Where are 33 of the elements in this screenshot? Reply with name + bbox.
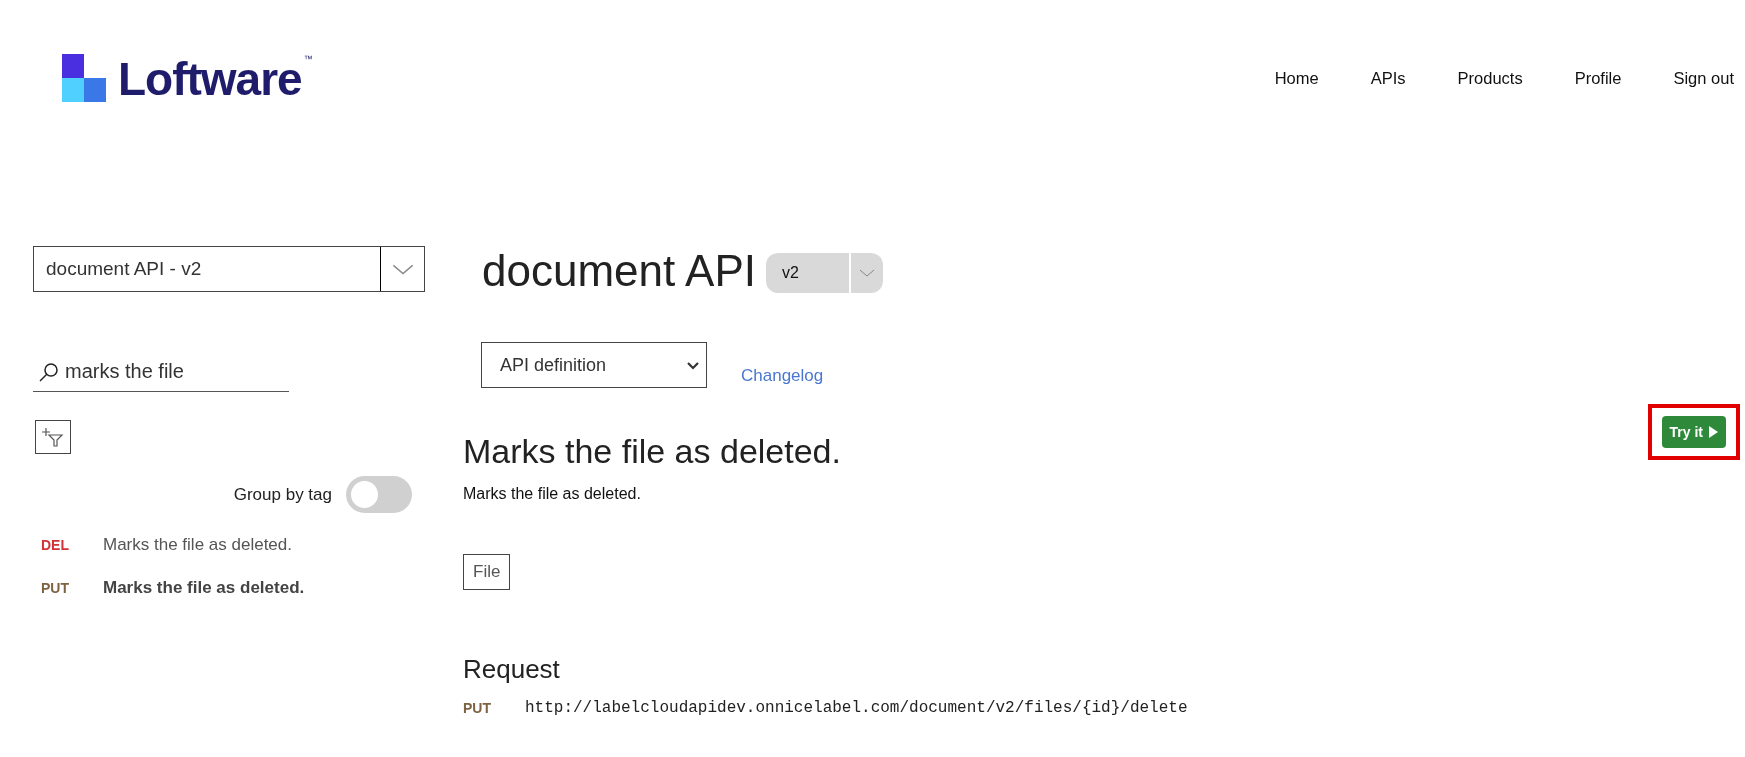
nav-link[interactable]: Sign out [1673, 68, 1734, 88]
add-filter-button[interactable] [35, 420, 71, 454]
nav-link[interactable]: Products [1457, 68, 1523, 88]
request-url: http://labelcloudapidev.onnicelabel.com/document/v2/files/{id}/delete [525, 699, 1188, 717]
method-label: PUT [41, 580, 70, 596]
search-icon [39, 361, 59, 382]
play-icon [1709, 426, 1718, 438]
trademark-sign: ™ [303, 54, 313, 64]
method-label: DEL [41, 537, 70, 553]
logo-wordmark: Loftware [118, 56, 302, 102]
nav-link[interactable]: Home [1274, 68, 1319, 88]
nav-link[interactable]: APIs [1370, 68, 1406, 88]
operation-item[interactable]: Marks the file as deleted. [103, 578, 305, 598]
method-label: PUT [463, 700, 492, 716]
api-title: document API [482, 246, 756, 296]
logo-icon [60, 54, 108, 102]
filter-icon [42, 427, 64, 447]
operation-description: Marks the file as deleted. [463, 485, 642, 503]
api-select[interactable]: document API - v2 [33, 246, 425, 292]
chevron-icon [858, 269, 875, 277]
tag-chip: File [463, 554, 511, 590]
operation-title: Marks the file as deleted. [463, 432, 841, 471]
chevron-icon [391, 263, 414, 275]
try-it-button[interactable]: Try it [1661, 416, 1726, 448]
group-by-tag-label: Group by tag [233, 484, 332, 505]
changelog-link[interactable]: Changelog [741, 366, 824, 386]
toggle-switch[interactable] [346, 476, 412, 513]
request-heading: Request [463, 654, 561, 685]
chevron-icon [686, 360, 700, 370]
view-select[interactable]: API definition [481, 342, 707, 388]
version-select[interactable]: v2 [765, 253, 883, 293]
nav-link[interactable]: Profile [1574, 68, 1622, 88]
operation-item[interactable]: Marks the file as deleted. [103, 535, 292, 555]
